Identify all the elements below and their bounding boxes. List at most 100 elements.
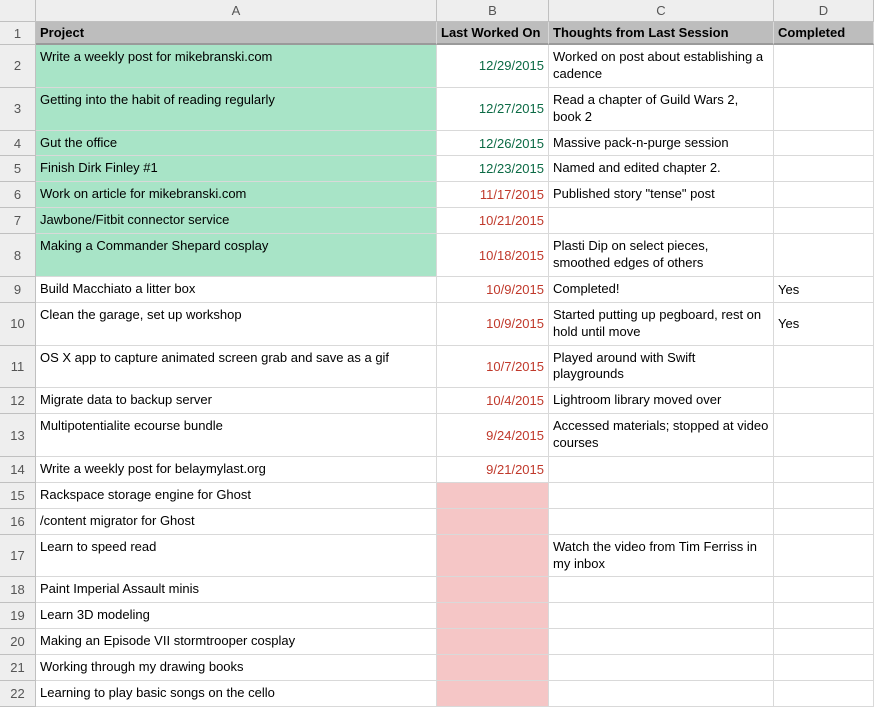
row-header-19[interactable]: 19 [0,603,36,629]
cell-A-10[interactable]: Clean the garage, set up workshop [36,303,437,346]
cell-A-18[interactable]: Paint Imperial Assault minis [36,577,437,603]
cell-D-21[interactable] [774,655,874,681]
cell-C-5[interactable]: Named and edited chapter 2. [549,156,774,182]
cell-B-16[interactable] [437,509,549,535]
cell-C-7[interactable] [549,208,774,234]
cell-B-3[interactable]: 12/27/2015 [437,88,549,131]
header-cell-B[interactable]: Last Worked On [437,22,549,45]
row-header-6[interactable]: 6 [0,182,36,208]
cell-A-11[interactable]: OS X app to capture animated screen grab… [36,346,437,389]
cell-C-10[interactable]: Started putting up pegboard, rest on hol… [549,303,774,346]
row-header-9[interactable]: 9 [0,277,36,303]
cell-B-12[interactable]: 10/4/2015 [437,388,549,414]
cell-A-15[interactable]: Rackspace storage engine for Ghost [36,483,437,509]
cell-A-13[interactable]: Multipotentialite ecourse bundle [36,414,437,457]
cell-C-21[interactable] [549,655,774,681]
cell-B-4[interactable]: 12/26/2015 [437,131,549,157]
cell-D-13[interactable] [774,414,874,457]
cell-D-16[interactable] [774,509,874,535]
col-header-A[interactable]: A [36,0,437,22]
row-header-2[interactable]: 2 [0,45,36,88]
cell-C-15[interactable] [549,483,774,509]
header-cell-D[interactable]: Completed [774,22,874,45]
cell-C-12[interactable]: Lightroom library moved over [549,388,774,414]
cell-A-17[interactable]: Learn to speed read [36,535,437,578]
row-header-14[interactable]: 14 [0,457,36,483]
col-header-B[interactable]: B [437,0,549,22]
cell-A-8[interactable]: Making a Commander Shepard cosplay [36,234,437,277]
cell-D-3[interactable] [774,88,874,131]
cell-C-22[interactable] [549,681,774,707]
cell-C-8[interactable]: Plasti Dip on select pieces, smoothed ed… [549,234,774,277]
cell-C-14[interactable] [549,457,774,483]
cell-A-12[interactable]: Migrate data to backup server [36,388,437,414]
cell-B-9[interactable]: 10/9/2015 [437,277,549,303]
cell-A-6[interactable]: Work on article for mikebranski.com [36,182,437,208]
cell-D-12[interactable] [774,388,874,414]
cell-B-17[interactable] [437,535,549,578]
cell-D-6[interactable] [774,182,874,208]
cell-C-3[interactable]: Read a chapter of Guild Wars 2, book 2 [549,88,774,131]
cell-A-7[interactable]: Jawbone/Fitbit connector service [36,208,437,234]
cell-A-16[interactable]: /content migrator for Ghost [36,509,437,535]
cell-C-11[interactable]: Played around with Swift playgrounds [549,346,774,389]
row-header-7[interactable]: 7 [0,208,36,234]
row-header-8[interactable]: 8 [0,234,36,277]
cell-D-22[interactable] [774,681,874,707]
cell-B-10[interactable]: 10/9/2015 [437,303,549,346]
cell-B-15[interactable] [437,483,549,509]
row-header-13[interactable]: 13 [0,414,36,457]
row-header-5[interactable]: 5 [0,156,36,182]
cell-C-2[interactable]: Worked on post about establishing a cade… [549,45,774,88]
cell-C-20[interactable] [549,629,774,655]
cell-C-18[interactable] [549,577,774,603]
row-header-21[interactable]: 21 [0,655,36,681]
cell-C-6[interactable]: Published story "tense" post [549,182,774,208]
row-header-1[interactable]: 1 [0,22,36,45]
cell-B-5[interactable]: 12/23/2015 [437,156,549,182]
row-header-17[interactable]: 17 [0,535,36,578]
cell-C-16[interactable] [549,509,774,535]
cell-D-7[interactable] [774,208,874,234]
header-cell-A[interactable]: Project [36,22,437,45]
cell-D-10[interactable]: Yes [774,303,874,346]
cell-B-13[interactable]: 9/24/2015 [437,414,549,457]
col-header-C[interactable]: C [549,0,774,22]
row-header-10[interactable]: 10 [0,303,36,346]
cell-B-18[interactable] [437,577,549,603]
spreadsheet-grid[interactable]: ABCD1ProjectLast Worked OnThoughts from … [0,0,874,707]
cell-B-6[interactable]: 11/17/2015 [437,182,549,208]
cell-D-2[interactable] [774,45,874,88]
cell-C-19[interactable] [549,603,774,629]
cell-A-14[interactable]: Write a weekly post for belaymylast.org [36,457,437,483]
row-header-18[interactable]: 18 [0,577,36,603]
cell-D-14[interactable] [774,457,874,483]
cell-D-4[interactable] [774,131,874,157]
row-header-12[interactable]: 12 [0,388,36,414]
cell-B-20[interactable] [437,629,549,655]
cell-D-9[interactable]: Yes [774,277,874,303]
cell-B-2[interactable]: 12/29/2015 [437,45,549,88]
cell-B-22[interactable] [437,681,549,707]
cell-A-22[interactable]: Learning to play basic songs on the cell… [36,681,437,707]
cell-A-2[interactable]: Write a weekly post for mikebranski.com [36,45,437,88]
cell-B-8[interactable]: 10/18/2015 [437,234,549,277]
cell-D-15[interactable] [774,483,874,509]
cell-D-18[interactable] [774,577,874,603]
row-header-22[interactable]: 22 [0,681,36,707]
cell-D-17[interactable] [774,535,874,578]
cell-D-11[interactable] [774,346,874,389]
corner-cell[interactable] [0,0,36,22]
row-header-20[interactable]: 20 [0,629,36,655]
cell-A-20[interactable]: Making an Episode VII stormtrooper cospl… [36,629,437,655]
cell-B-21[interactable] [437,655,549,681]
row-header-11[interactable]: 11 [0,346,36,389]
cell-C-17[interactable]: Watch the video from Tim Ferriss in my i… [549,535,774,578]
cell-B-7[interactable]: 10/21/2015 [437,208,549,234]
cell-C-13[interactable]: Accessed materials; stopped at video cou… [549,414,774,457]
cell-D-19[interactable] [774,603,874,629]
cell-D-8[interactable] [774,234,874,277]
row-header-3[interactable]: 3 [0,88,36,131]
cell-B-19[interactable] [437,603,549,629]
cell-B-11[interactable]: 10/7/2015 [437,346,549,389]
